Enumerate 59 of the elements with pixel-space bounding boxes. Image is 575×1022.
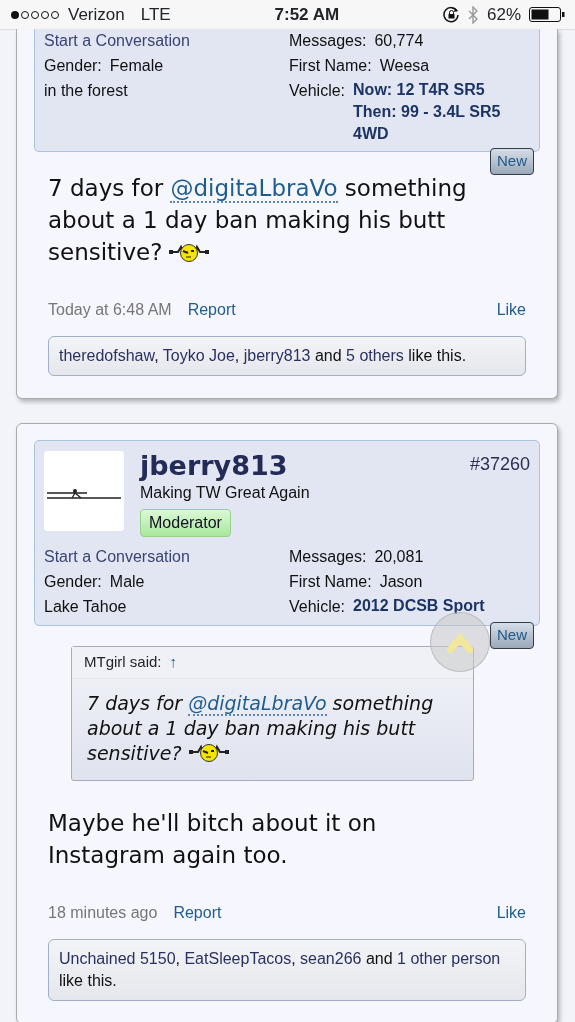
carrier-name: Verizon	[68, 3, 125, 26]
bluetooth-icon	[467, 5, 479, 24]
clock-time: 7:52 AM	[274, 3, 340, 26]
message-text: Maybe he'll bitch about it on Instagram again too.	[48, 808, 378, 870]
conversation-link[interactable]: Start a Conversation	[44, 545, 289, 569]
liker-link[interactable]: EatSleepTacos	[184, 949, 292, 967]
mention-link[interactable]: @digitaLbraVo	[188, 691, 327, 716]
field-label: Messages:	[289, 31, 367, 51]
liker-link[interactable]: jberry813	[243, 347, 311, 364]
quote-text: 7 days for @digitaLbraVo something about a 1 day ban making his butt sensitive?	[86, 690, 435, 766]
field-label: Gender:	[44, 56, 102, 76]
post-time: Today at 6:48 AM	[48, 300, 172, 320]
network-type: LTE	[140, 3, 171, 26]
field-value: Weesa	[379, 56, 430, 76]
like-link[interactable]: Like	[496, 298, 526, 322]
field-value: 60,774	[374, 31, 424, 51]
battery-percent: 62%	[486, 3, 521, 26]
liker-link[interactable]: Toyko Joe	[162, 347, 235, 364]
liker-link[interactable]: theredofshaw	[59, 347, 155, 364]
report-link[interactable]: Report	[187, 298, 236, 322]
message-text: 7 days for @digitaLbraVo something about a 1 day ban making his butt sensitive?	[48, 174, 468, 267]
liker-link[interactable]: sean266	[300, 949, 362, 967]
battery-icon	[529, 7, 565, 22]
field-label: Messages:	[289, 547, 367, 567]
post-number[interactable]: #37260	[469, 451, 530, 478]
field-value: 20,081	[374, 547, 424, 567]
new-badge: New	[490, 148, 534, 175]
field-label: First Name:	[289, 56, 372, 76]
mention-link[interactable]: @digitaLbraVo	[170, 175, 338, 203]
vehicle-value: Now: 12 T4R SR5	[353, 80, 486, 100]
user-title: Making TW Great Again	[140, 483, 311, 503]
conversation-link[interactable]: Start a Conversation	[44, 29, 289, 53]
field-label: Gender:	[44, 572, 102, 592]
quote-author: MTgirl said:	[84, 653, 162, 670]
post-time: 18 minutes ago	[48, 902, 158, 923]
likes-summary: Unchained 5150, EatSleepTacos, sean266 and 1 other person like this.	[48, 938, 526, 1001]
scroll-to-top-icon[interactable]	[430, 612, 490, 672]
report-link[interactable]: Report	[173, 900, 222, 925]
vehicle-value: Then: 99 - 3.4L SR5 4WD	[353, 102, 502, 144]
field-label: First Name:	[289, 572, 372, 592]
field-label: Vehicle:	[289, 81, 346, 101]
field-label: Vehicle:	[289, 597, 346, 617]
field-value: Male	[109, 572, 145, 592]
others-link[interactable]: 1 other person	[397, 949, 501, 967]
likes-summary: theredofshaw, Toyko Joe, jberry813 and 5 others like this.	[48, 336, 526, 376]
jump-link[interactable]: ↑	[169, 653, 177, 670]
location-text: Lake Tahoe	[44, 597, 128, 617]
new-badge: New	[490, 622, 534, 649]
vehicle-value: 2012 DCSB Sport	[353, 596, 485, 616]
like-link[interactable]: Like	[496, 900, 526, 925]
field-value: Female	[109, 56, 164, 76]
others-link[interactable]: 5 others	[346, 347, 404, 364]
username-link[interactable]: jberry813	[140, 451, 454, 481]
rotation-lock-icon	[442, 6, 460, 23]
field-value: Jason	[379, 572, 423, 592]
moderator-badge: Moderator	[140, 509, 231, 537]
location-text: in the forest	[44, 81, 129, 101]
signal-icon	[10, 9, 60, 20]
liker-link[interactable]: Unchained 5150	[59, 949, 176, 967]
